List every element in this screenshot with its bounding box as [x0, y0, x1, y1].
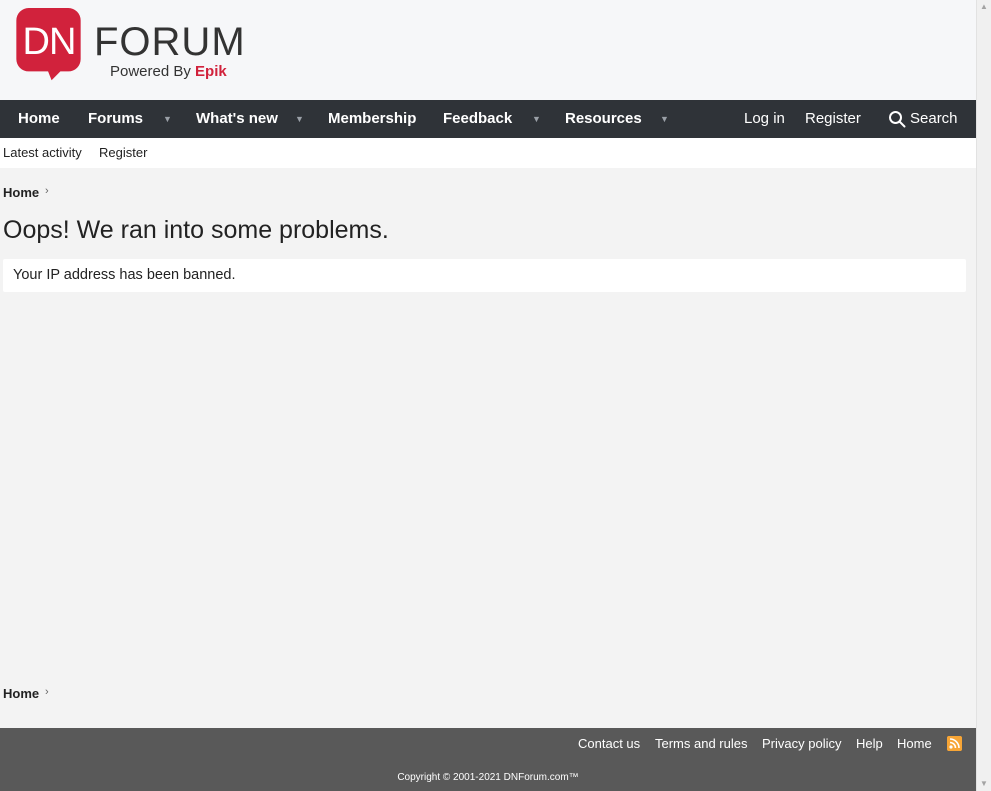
search-link[interactable]: Search [910, 100, 958, 138]
page-title: Oops! We ran into some problems. [3, 216, 389, 244]
page: DN FORUM Powered By Epik Home Forums ▼ W… [0, 0, 976, 791]
breadcrumb-home-bottom[interactable]: Home [3, 686, 39, 701]
vertical-scrollbar[interactable]: ▲ ▼ [976, 0, 991, 791]
nav-resources[interactable]: Resources [565, 100, 642, 138]
footer-contact-link[interactable]: Contact us [578, 728, 640, 759]
register-link[interactable]: Register [805, 100, 861, 138]
sub-nav: Latest activity Register [0, 138, 976, 168]
chevron-right-icon: › [45, 185, 49, 197]
nav-whats-new[interactable]: What's new [196, 100, 278, 138]
logo-powered-text: Powered By [110, 63, 191, 80]
resources-dropdown-icon[interactable]: ▼ [660, 100, 669, 138]
nav-membership[interactable]: Membership [328, 100, 416, 138]
latest-activity-link[interactable]: Latest activity [3, 138, 82, 168]
logo-dn-text: DN [22, 21, 77, 63]
site-footer: Contact us Terms and rules Privacy polic… [0, 728, 976, 791]
main-nav: Home Forums ▼ What's new ▼ Membership Fe… [0, 100, 976, 138]
nav-forums[interactable]: Forums [88, 100, 143, 138]
feedback-dropdown-icon[interactable]: ▼ [532, 100, 541, 138]
logo-tagline: Powered By Epik [110, 63, 227, 81]
chevron-right-icon: › [45, 686, 49, 698]
footer-home-link[interactable]: Home [897, 728, 932, 759]
logo-forum-text: FORUM [94, 20, 246, 64]
footer-privacy-link[interactable]: Privacy policy [762, 728, 841, 759]
logo-epik-text: Epik [195, 63, 227, 80]
copyright-text: Copyright © 2001-2021 DNForum.com™ [397, 772, 579, 783]
login-link[interactable]: Log in [744, 100, 785, 138]
error-message: Your IP address has been banned. [3, 259, 966, 292]
whats-new-dropdown-icon[interactable]: ▼ [295, 100, 304, 138]
rss-icon[interactable] [947, 736, 962, 751]
footer-terms-link[interactable]: Terms and rules [655, 728, 747, 759]
nav-home[interactable]: Home [18, 100, 60, 138]
site-logo[interactable]: DN FORUM Powered By Epik [12, 8, 247, 92]
breadcrumb-home-top[interactable]: Home [3, 185, 39, 200]
nav-feedback[interactable]: Feedback [443, 100, 512, 138]
scroll-up-arrow-icon[interactable]: ▲ [977, 0, 991, 14]
forums-dropdown-icon[interactable]: ▼ [163, 100, 172, 138]
subnav-register-link[interactable]: Register [99, 138, 147, 168]
scroll-down-arrow-icon[interactable]: ▼ [977, 777, 991, 791]
site-header: DN FORUM Powered By Epik [0, 0, 976, 100]
footer-help-link[interactable]: Help [856, 728, 883, 759]
search-icon[interactable] [888, 110, 906, 128]
